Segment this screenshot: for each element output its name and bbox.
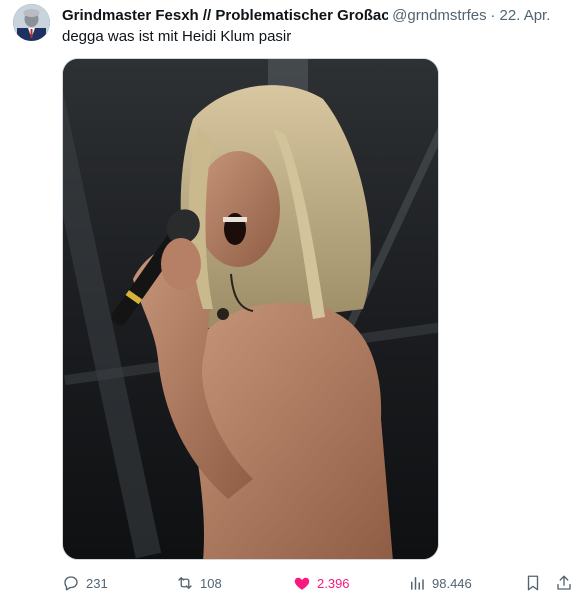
bookmark-icon [527,575,539,591]
view-count: 98.446 [432,575,472,591]
repost-count: 108 [200,575,222,591]
tweet-card[interactable]: Grindmaster Fesxh // Problematischer Gro… [0,0,582,611]
heart-icon [294,577,310,590]
concert-photo [63,59,438,559]
avatar[interactable] [13,4,50,41]
repost-button[interactable]: 108 [176,571,222,595]
reply-count: 231 [86,575,108,591]
share-button[interactable] [555,571,573,595]
like-count: 2.396 [317,575,350,591]
views-button[interactable]: 98.446 [408,571,472,595]
tweet-header: Grindmaster Fesxh // Problematischer Gro… [62,6,574,26]
share-icon [557,575,571,590]
bookmark-button[interactable] [524,571,542,595]
user-handle[interactable]: @grndmstrfes [392,7,486,24]
display-name[interactable]: Grindmaster Fesxh // Problematischer Gro… [62,7,388,24]
tweet-actions: 231 108 2.396 98.446 [62,571,574,595]
like-button[interactable]: 2.396 [293,571,350,595]
repost-icon [178,577,192,589]
tweet-date[interactable]: 22. Apr. [500,7,551,24]
separator-dot: · [490,7,496,24]
reply-button[interactable]: 231 [62,571,108,595]
tweet-photo[interactable] [62,58,439,560]
avatar-image [13,4,50,41]
views-icon [411,577,424,590]
tweet-text: degga was ist mit Heidi Klum pasir [62,28,292,45]
reply-icon [64,576,78,591]
